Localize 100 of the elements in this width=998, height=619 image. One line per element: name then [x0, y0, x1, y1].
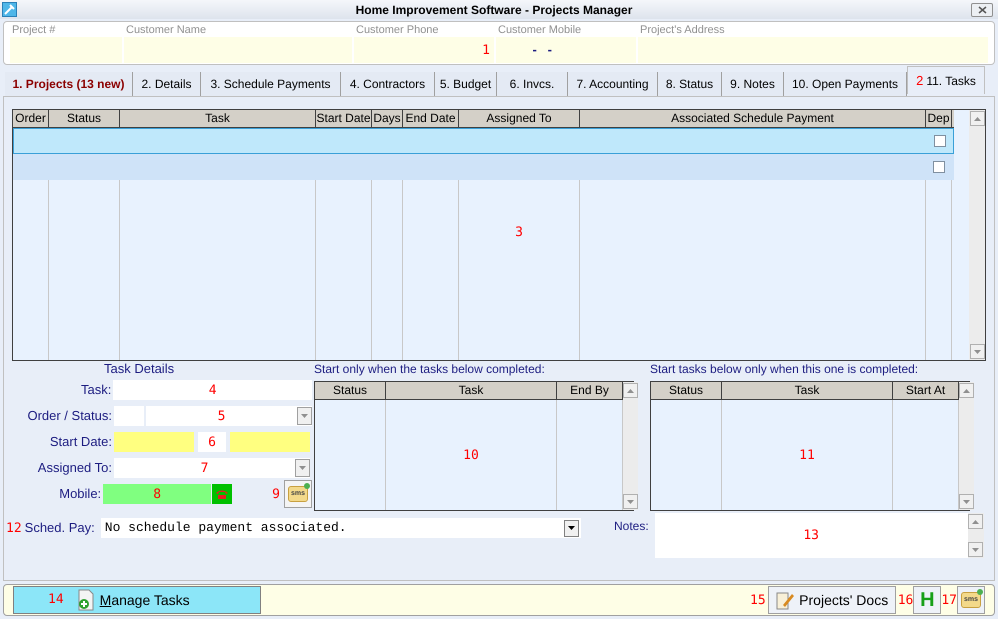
- up-arrow-icon: [627, 388, 634, 392]
- tab[interactable]: 2. Details: [133, 72, 201, 96]
- notes-label: Notes:: [614, 518, 649, 535]
- document-pencil-icon: [775, 590, 796, 610]
- scrollbar[interactable]: [968, 513, 984, 558]
- marker-number: 3: [515, 226, 523, 240]
- marker-number: 15: [750, 594, 766, 606]
- scroll-down-button[interactable]: [968, 542, 984, 557]
- tab[interactable]: 2 11. Tasks: [907, 66, 985, 94]
- field-label: Assigned To:: [36, 459, 113, 478]
- tab[interactable]: 6. Invcs.: [497, 72, 568, 96]
- days-field[interactable]: 6: [198, 432, 226, 452]
- scroll-down-button[interactable]: [959, 494, 974, 509]
- app-icon: [2, 2, 17, 17]
- scrollbar[interactable]: [623, 382, 638, 510]
- scroll-up-button[interactable]: [959, 383, 974, 398]
- caret-icon: [301, 414, 308, 418]
- assigned-to-dropdown[interactable]: 7: [114, 458, 310, 478]
- tab[interactable]: 9. Notes: [722, 72, 784, 96]
- phone-icon: [215, 489, 230, 499]
- column-header[interactable]: Associated Schedule Payment: [580, 110, 926, 127]
- marker-number: 5: [218, 410, 226, 422]
- schedule-payment-dropdown[interactable]: No schedule payment associated.: [100, 518, 581, 538]
- marker-number: 7: [200, 462, 208, 474]
- panel-title: Start only when the tasks below completed:: [314, 361, 546, 377]
- tab[interactable]: 8. Status: [658, 72, 722, 96]
- field-label: Task:: [80, 381, 112, 400]
- tab[interactable]: 7. Accounting: [568, 72, 658, 96]
- column-header[interactable]: Order: [13, 110, 49, 127]
- header-field-label: Customer Mobile: [497, 23, 582, 37]
- caret-icon: [299, 466, 306, 470]
- field-label: Start Date:: [48, 433, 113, 452]
- column-header[interactable]: Status: [49, 110, 120, 127]
- tab[interactable]: 3. Schedule Payments: [201, 72, 341, 96]
- marker-number: 12: [6, 522, 22, 534]
- column-header[interactable]: Task: [386, 382, 557, 399]
- scroll-up-button[interactable]: [968, 514, 984, 529]
- field-label: Order / Status:: [26, 407, 113, 426]
- field-label: Sched. Pay:: [24, 519, 95, 538]
- projects-docs-button[interactable]: Projects' Docs: [768, 586, 896, 614]
- header-field-label: Project #: [11, 23, 56, 37]
- manage-tasks-button[interactable]: 14 Manage Tasks: [13, 586, 261, 614]
- column-header[interactable]: Start Date: [316, 110, 372, 127]
- marker-number: 17: [941, 593, 957, 608]
- close-icon: [978, 6, 986, 14]
- column-header[interactable]: End Date: [403, 110, 459, 127]
- marker-number: 4: [208, 384, 217, 396]
- dropdown-button[interactable]: [564, 520, 579, 536]
- dep-checkbox[interactable]: [933, 161, 945, 173]
- header-field-label: Customer Phone: [355, 23, 440, 37]
- up-arrow-icon: [963, 388, 970, 392]
- grid-row[interactable]: [13, 128, 954, 154]
- caret-icon: [568, 526, 575, 530]
- status-dropdown[interactable]: 5: [146, 406, 312, 426]
- header-field-label: Customer Name: [125, 23, 208, 37]
- column-header[interactable]: Dep: [926, 110, 952, 127]
- column-header[interactable]: Task: [722, 382, 893, 399]
- scrollbar[interactable]: [959, 382, 974, 510]
- call-button[interactable]: [212, 484, 232, 504]
- up-arrow-icon: [972, 520, 980, 524]
- scroll-up-button[interactable]: [970, 111, 984, 126]
- close-button[interactable]: [971, 2, 993, 16]
- dep-checkbox[interactable]: [934, 135, 946, 147]
- start-date-field[interactable]: [114, 432, 194, 452]
- field-label: Mobile:: [58, 485, 102, 504]
- notes-field[interactable]: 13: [654, 513, 984, 558]
- marker-number: 11: [799, 448, 815, 462]
- marker-number: 1: [482, 44, 490, 56]
- down-arrow-icon: [972, 548, 980, 552]
- scroll-down-button[interactable]: [623, 494, 638, 509]
- tab[interactable]: 5. Budget: [435, 72, 497, 96]
- down-arrow-icon: [627, 500, 634, 504]
- scrollbar[interactable]: [969, 110, 985, 360]
- window-title: Home Improvement Software - Projects Manager: [354, 2, 634, 18]
- header-field-label: Project's Address: [639, 23, 726, 37]
- marker-number: 16: [898, 593, 914, 608]
- marker-number: 6: [208, 436, 216, 448]
- up-arrow-icon: [974, 116, 980, 120]
- column-header[interactable]: Days: [372, 110, 403, 127]
- marker-number: 10: [463, 448, 479, 462]
- document-add-icon: [76, 589, 96, 611]
- end-date-field[interactable]: [230, 432, 310, 452]
- task-field[interactable]: 4: [113, 380, 312, 400]
- tab[interactable]: 1. Projects (13 new): [5, 72, 133, 96]
- scroll-up-button[interactable]: [623, 383, 638, 398]
- tab[interactable]: 10. Open Payments: [784, 72, 907, 96]
- task-details-title: Task Details: [104, 361, 176, 377]
- column-header[interactable]: Task: [120, 110, 316, 127]
- mobile-value: - -: [532, 41, 552, 60]
- marker-number: 13: [803, 529, 820, 542]
- column-header[interactable]: Assigned To: [459, 110, 580, 127]
- tab[interactable]: 4. Contractors: [341, 72, 435, 96]
- column-header[interactable]: Status: [651, 382, 722, 399]
- marker-number: 9: [272, 487, 280, 502]
- panel-title: Start tasks below only when this one is completed:: [650, 361, 920, 377]
- down-arrow-icon: [974, 350, 980, 354]
- down-arrow-icon: [963, 500, 970, 504]
- marker-number: 8: [153, 488, 162, 500]
- scroll-down-button[interactable]: [970, 344, 984, 359]
- column-header[interactable]: Status: [315, 382, 386, 399]
